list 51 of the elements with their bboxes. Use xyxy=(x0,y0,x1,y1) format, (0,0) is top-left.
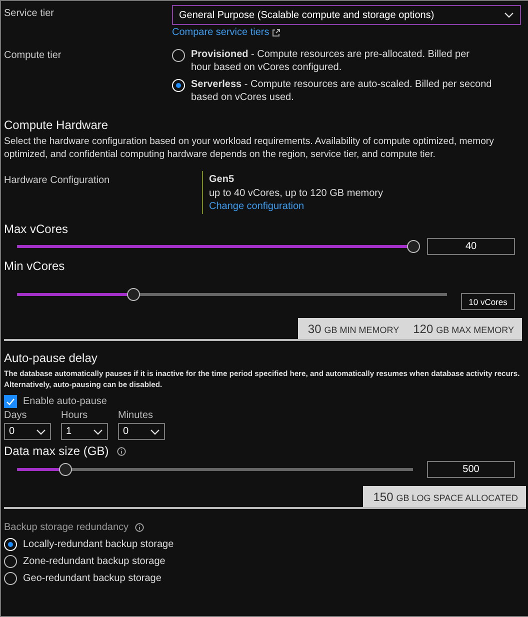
option-text: Zone-redundant backup storage xyxy=(23,554,166,568)
log-amount: 150 xyxy=(373,490,394,504)
external-link-icon xyxy=(272,28,280,36)
field-label: Minutes xyxy=(118,409,154,422)
section-heading: Auto-pause delay xyxy=(4,351,98,366)
info-icon xyxy=(134,523,144,532)
slider-thumb[interactable] xyxy=(407,240,420,254)
config-name: Gen5 xyxy=(209,173,236,186)
option-text: Geo-redundant backup storage xyxy=(23,572,162,585)
section-heading: Compute Hardware xyxy=(4,118,110,132)
log-unit: GB LOG SPACE ALLOCATED xyxy=(396,493,518,504)
memory-amount: 120 xyxy=(413,322,434,336)
value-field[interactable]: 40 xyxy=(427,238,515,256)
checkbox-label: Enable auto-pause xyxy=(23,395,107,408)
field-label: Days xyxy=(4,409,28,422)
checkmark-icon xyxy=(6,398,15,406)
chevron-down-icon xyxy=(36,428,46,435)
option-text: Provisioned - Compute resources are pre-allocated. Billed per hour based on vCores configured. xyxy=(191,48,470,74)
chevron-down-icon xyxy=(504,12,514,18)
field-label: Backup storage redundancy xyxy=(4,521,129,534)
field-label: Compute tier xyxy=(4,50,62,63)
memory-amount: 30 xyxy=(308,322,322,336)
radio-button[interactable] xyxy=(4,555,17,568)
option-text: Locally-redundant backup storage xyxy=(23,538,174,551)
field-label: Hardware Configuration xyxy=(4,175,111,188)
description-text: Select the hardware configuration based on your workload requirements. Availability of compute optimized, memory optimized, and confidential computing hardware depends on the region, service tier, and compute tier. xyxy=(4,136,495,162)
slider-label: Max vCores xyxy=(4,222,70,236)
config-detail: up to 40 vCores, up to 120 GB memory xyxy=(209,187,383,200)
chevron-down-icon xyxy=(93,428,103,435)
service-tier-dropdown[interactable]: General Purpose (Scalable compute and storage options) xyxy=(172,5,521,25)
slider-thumb[interactable] xyxy=(58,463,72,476)
number-dropdown[interactable]: 1 xyxy=(61,423,108,440)
value-field[interactable]: 10 vCores xyxy=(461,293,515,310)
option-text: Serverless - Compute resources are auto-scaled. Billed per second based on vCores used. xyxy=(191,78,492,104)
info-icon xyxy=(116,446,126,456)
number-dropdown[interactable]: 0 xyxy=(118,423,165,440)
radio-button[interactable] xyxy=(4,572,17,586)
number-dropdown[interactable]: 0 xyxy=(4,423,51,440)
field-label: Service tier xyxy=(4,8,56,21)
compare-link[interactable]: Compare service tiers xyxy=(172,27,521,38)
radio-button[interactable] xyxy=(172,49,185,62)
slider-thumb[interactable] xyxy=(127,288,140,302)
slider-label: Min vCores xyxy=(4,259,66,274)
memory-unit: GB MAX MEMORY xyxy=(436,325,514,336)
value-field[interactable]: 500 xyxy=(427,461,515,478)
chevron-down-icon xyxy=(150,428,160,435)
field-label: Hours xyxy=(61,409,89,422)
change-config-link[interactable]: Change configuration xyxy=(209,201,383,212)
memory-unit: GB MIN MEMORY xyxy=(324,325,400,336)
slider-label: Data max size (GB) xyxy=(4,444,109,458)
checkbox[interactable] xyxy=(4,395,17,408)
